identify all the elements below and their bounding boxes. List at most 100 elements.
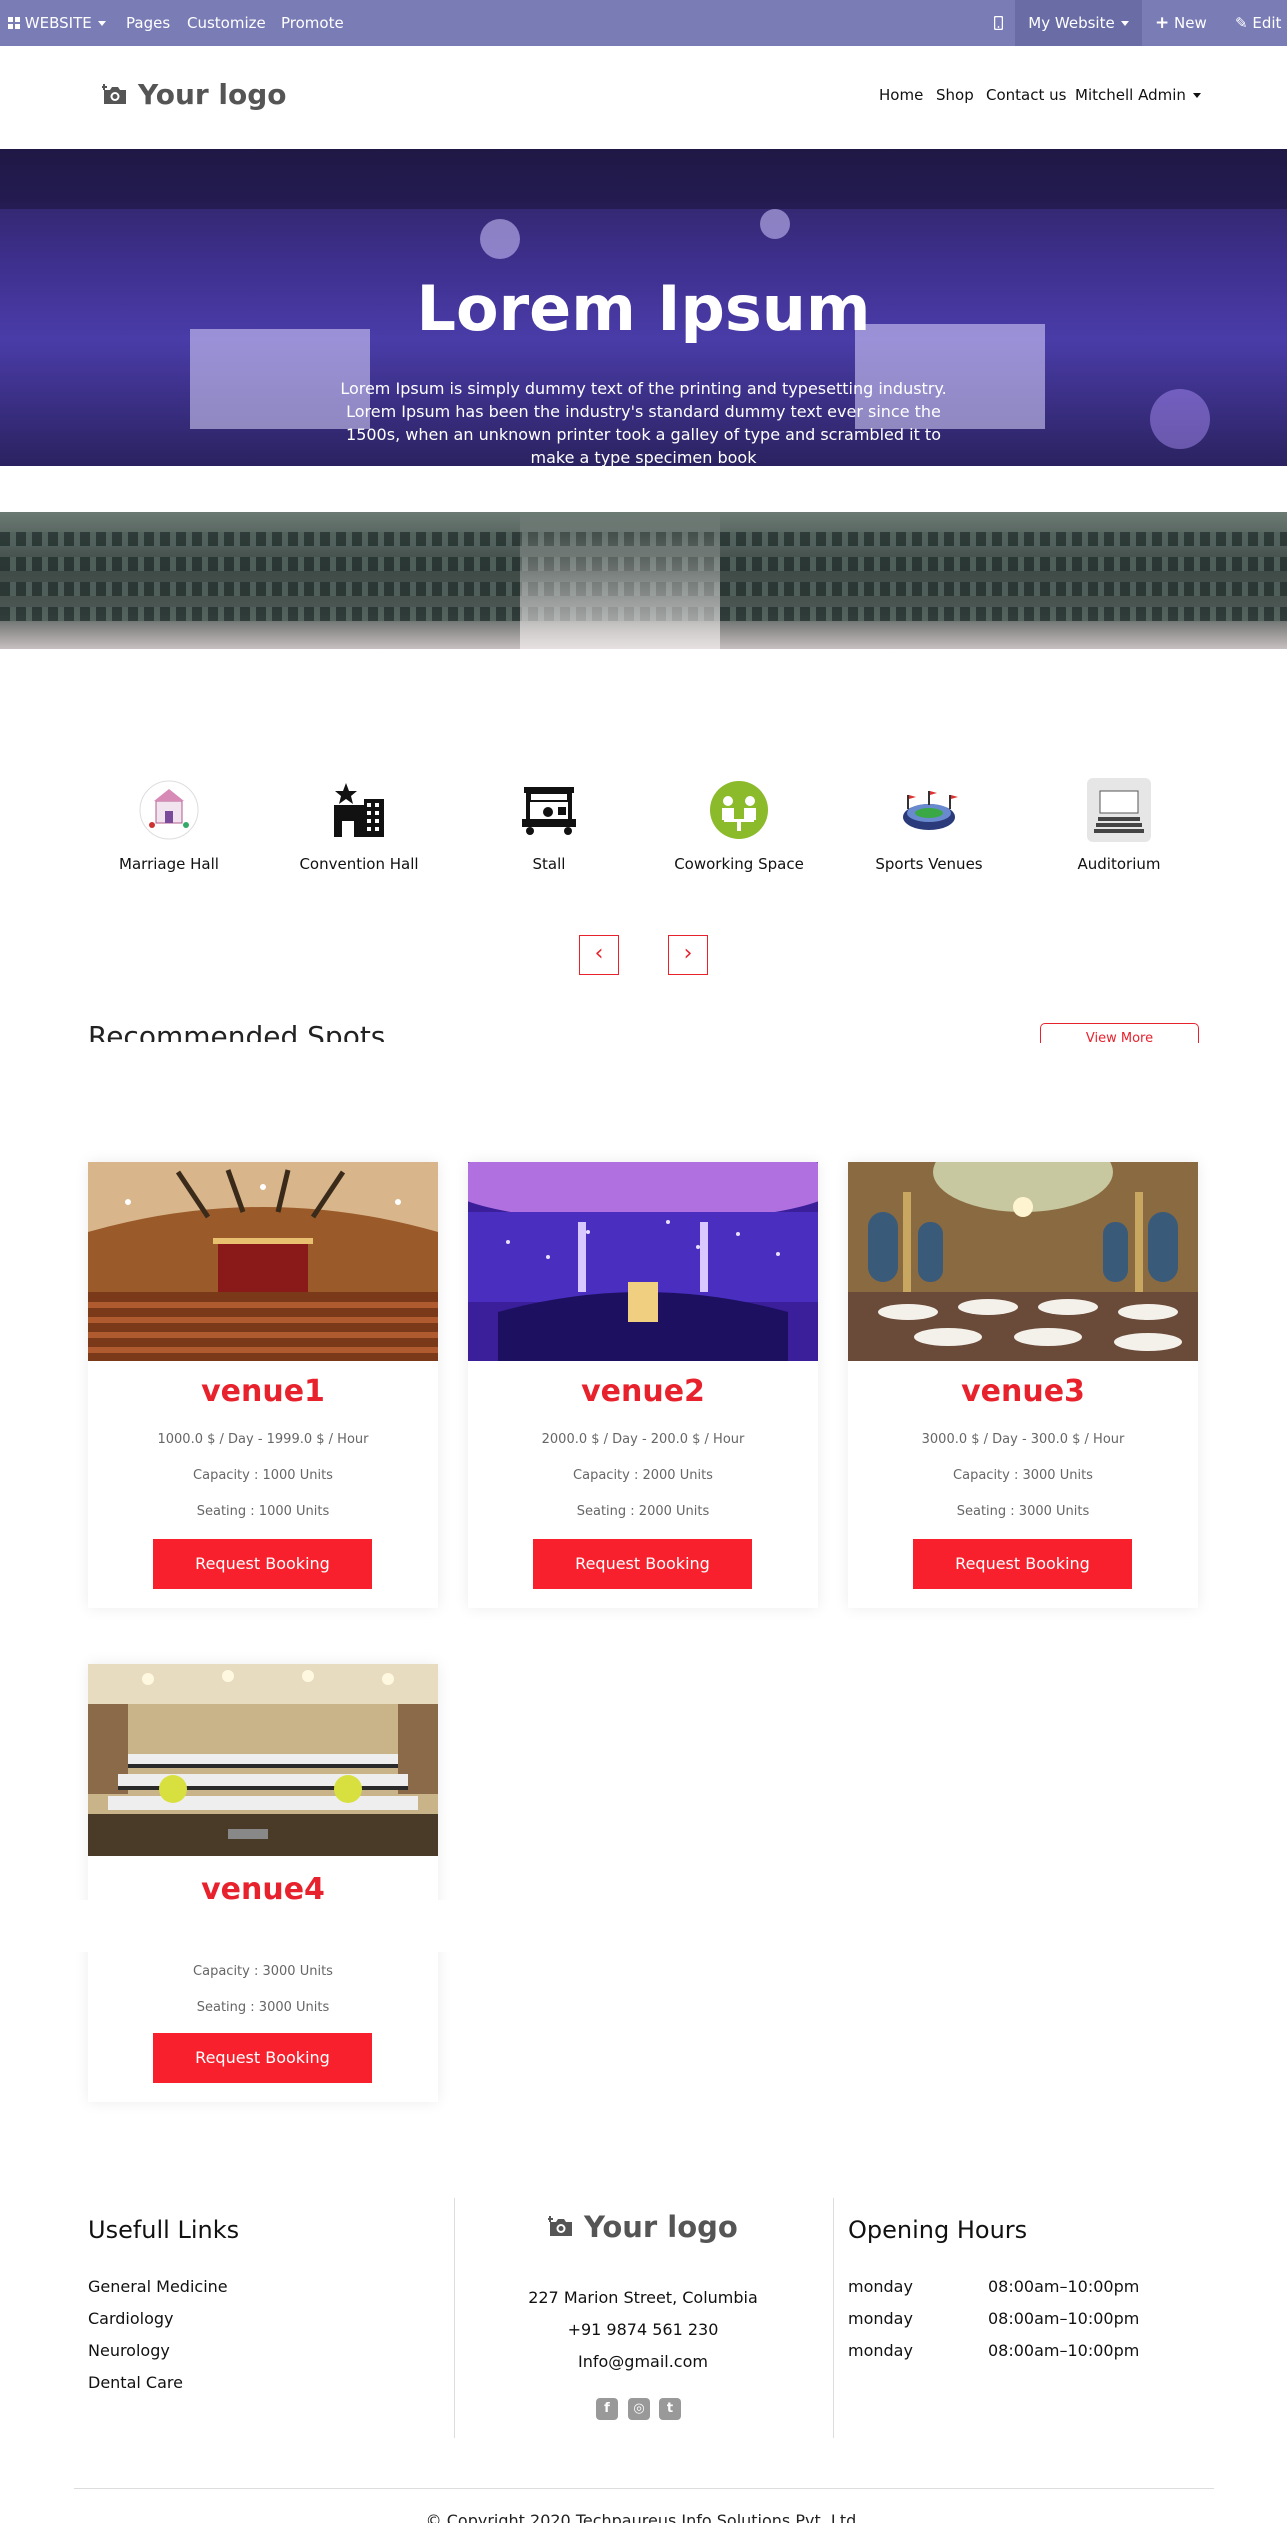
venue-name[interactable]: venue2 [468, 1374, 818, 1409]
sports-venue-icon [894, 775, 964, 845]
hero-banner: Lorem Ipsum Lorem Ipsum is simply dummy … [0, 149, 1287, 466]
venue-capacity: Capacity : 1000 Units [193, 1468, 333, 1483]
site-logo[interactable]: Your logo [102, 78, 287, 111]
footer-link[interactable]: Dental Care [88, 2373, 183, 2392]
mobile-icon [993, 15, 1003, 31]
category-label: Marriage Hall [119, 855, 219, 873]
my-website-menu[interactable]: My Website [1015, 0, 1142, 46]
logo-text: Your logo [138, 78, 287, 111]
footer-phone: +91 9874 561 230 [567, 2320, 719, 2339]
request-booking-button[interactable]: Request Booking [533, 1539, 752, 1589]
seating-banner [0, 512, 1287, 649]
website-menu-label: WEBSITE [24, 14, 92, 32]
category-stall[interactable]: Stall [479, 775, 619, 873]
category-label: Sports Venues [875, 855, 983, 873]
user-name: Mitchell Admin [1075, 86, 1186, 104]
venue-photo [88, 1664, 438, 1856]
hours-time: 08:00am–10:00pm [988, 2341, 1140, 2360]
nav-user-menu[interactable]: Mitchell Admin [1075, 86, 1201, 104]
hours-time: 08:00am–10:00pm [988, 2309, 1140, 2328]
venue-capacity: Capacity : 3000 Units [193, 1964, 333, 1979]
view-more-button[interactable]: View More [1040, 1023, 1199, 1043]
coworking-space-icon [704, 775, 774, 845]
footer-logo[interactable]: Your logo [548, 2210, 738, 2244]
category-marriage-hall[interactable]: Marriage Hall [99, 775, 239, 873]
venue-seating: Seating : 2000 Units [576, 1504, 710, 1519]
nav-contact-us[interactable]: Contact us [986, 86, 1066, 104]
hero-stage-light [480, 219, 520, 259]
facebook-icon[interactable]: f [596, 2398, 618, 2420]
request-booking-button[interactable]: Request Booking [153, 2033, 372, 2083]
venue-seating: Seating : 1000 Units [196, 1504, 330, 1519]
new-button[interactable]: + New [1155, 0, 1207, 46]
promote-menu[interactable]: Promote [281, 0, 344, 46]
category-label: Stall [532, 855, 566, 873]
footer-email[interactable]: Info@gmail.com [455, 2352, 831, 2371]
hero-title: Lorem Ipsum [416, 272, 871, 345]
hero-stage-light [1150, 389, 1210, 449]
footer-divider [833, 2198, 834, 2438]
venue-photo [468, 1162, 818, 1361]
venue-card: venue1 1000.0 $ / Day - 1999.0 $ / Hour … [88, 1162, 438, 1608]
venue-name[interactable]: venue1 [88, 1374, 438, 1409]
venue-name[interactable]: venue3 [848, 1374, 1198, 1409]
venue-photo [88, 1162, 438, 1361]
my-website-label: My Website [1028, 14, 1115, 32]
venue-price: 1000.0 $ / Day - 1999.0 $ / Hour [157, 1432, 369, 1447]
twitter-icon[interactable]: t [659, 2398, 681, 2420]
caret-down-icon [1192, 93, 1201, 98]
website-menu[interactable]: WEBSITE [8, 0, 106, 46]
edit-button[interactable]: ✎ Edit [1235, 0, 1281, 46]
hours-time: 08:00am–10:00pm [988, 2277, 1140, 2296]
venue-card: venue4 Capacity : 3000 Units Seating : 3… [88, 1664, 438, 2102]
nav-shop[interactable]: Shop [936, 86, 974, 104]
footer-divider [454, 2198, 455, 2438]
request-booking-button[interactable]: Request Booking [153, 1539, 372, 1589]
category-sports-venues[interactable]: Sports Venues [859, 775, 999, 873]
venue-price: 3000.0 $ / Day - 300.0 $ / Hour [921, 1432, 1125, 1447]
carousel-next-button[interactable]: › [668, 935, 708, 975]
plus-icon: + [1155, 13, 1170, 33]
category-label: Coworking Space [674, 855, 804, 873]
seating-aisle [520, 512, 720, 649]
category-convention-hall[interactable]: Convention Hall [289, 775, 429, 873]
venue-seating: Seating : 3000 Units [196, 2000, 330, 2015]
category-label: Convention Hall [299, 855, 419, 873]
nav-home[interactable]: Home [879, 86, 923, 104]
logo-text: Your logo [584, 2210, 738, 2244]
request-booking-button[interactable]: Request Booking [913, 1539, 1132, 1589]
carousel-prev-button[interactable]: ‹ [579, 935, 619, 975]
footer-link[interactable]: General Medicine [88, 2277, 228, 2296]
category-coworking-space[interactable]: Coworking Space [669, 775, 809, 873]
pages-menu[interactable]: Pages [126, 0, 170, 46]
footer-address: 227 Marion Street, Columbia [528, 2288, 758, 2307]
customize-menu[interactable]: Customize [187, 0, 266, 46]
footer-link[interactable]: Cardiology [88, 2309, 174, 2328]
venue-seating: Seating : 3000 Units [956, 1504, 1090, 1519]
marriage-hall-icon [134, 775, 204, 845]
convention-hall-icon [324, 775, 394, 845]
footer-link[interactable]: Neurology [88, 2341, 170, 2360]
venue-capacity: Capacity : 3000 Units [953, 1468, 1093, 1483]
admin-bar: WEBSITE Pages Customize Promote My Websi… [0, 0, 1287, 46]
category-auditorium[interactable]: Auditorium [1049, 775, 1189, 873]
venue-price: 2000.0 $ / Day - 200.0 $ / Hour [541, 1432, 745, 1447]
hero-stage-light [760, 209, 790, 239]
edit-label: Edit [1252, 14, 1282, 32]
footer-separator [74, 2488, 1214, 2489]
pencil-icon: ✎ [1235, 14, 1248, 32]
camera-icon [548, 2216, 572, 2236]
venue-card: venue3 3000.0 $ / Day - 300.0 $ / Hour C… [848, 1162, 1198, 1608]
auditorium-icon [1084, 775, 1154, 845]
mobile-preview-button[interactable] [983, 0, 1013, 46]
new-label: New [1174, 14, 1207, 32]
camera-icon [102, 83, 126, 104]
hours-day: monday [848, 2277, 913, 2296]
hours-day: monday [848, 2341, 913, 2360]
category-label: Auditorium [1077, 855, 1161, 873]
venue-photo [848, 1162, 1198, 1361]
useful-links-title: Usefull Links [88, 2216, 240, 2244]
instagram-icon[interactable]: ◎ [628, 2398, 650, 2420]
venue-card: venue2 2000.0 $ / Day - 200.0 $ / Hour C… [468, 1162, 818, 1608]
venue-capacity: Capacity : 2000 Units [573, 1468, 713, 1483]
